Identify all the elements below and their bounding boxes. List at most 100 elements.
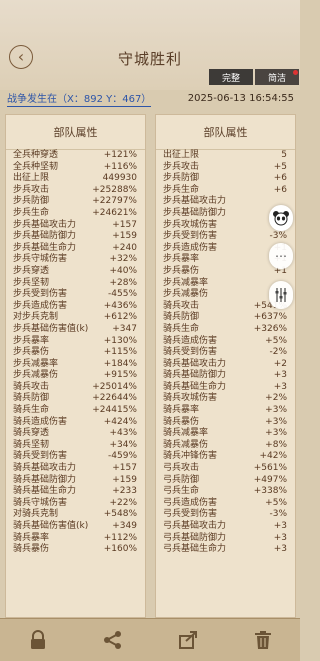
attribute-row: 骑兵基础生命力 +233 bbox=[6, 486, 145, 498]
attribute-value: +3% bbox=[265, 416, 287, 427]
attribute-row: 骑兵暴伤 +3% bbox=[156, 417, 295, 429]
attribute-value: 449930 bbox=[102, 173, 137, 184]
attribute-label: 骑兵守城伤害 bbox=[13, 497, 68, 508]
attribute-label: 弓兵基础生命力 bbox=[163, 544, 227, 555]
attribute-label: 骑兵穿透 bbox=[13, 428, 50, 439]
attribute-row: 骑兵暴率 +112% bbox=[6, 533, 145, 545]
attribute-row: 弓兵受到伤害 -3% bbox=[156, 509, 295, 521]
attribute-row: 骑兵暴伤 +160% bbox=[6, 544, 145, 556]
attribute-label: 骑兵防御 bbox=[163, 312, 200, 323]
attribute-value: +3 bbox=[273, 532, 287, 543]
attribute-value: +6 bbox=[273, 173, 287, 184]
attribute-value: +157 bbox=[112, 463, 137, 474]
attribute-label: 步兵防御 bbox=[163, 173, 200, 184]
attribute-value: +24415% bbox=[92, 405, 137, 416]
attribute-label: 弓兵攻击 bbox=[163, 463, 200, 474]
attribute-label: 步兵基础生命力 bbox=[13, 242, 77, 253]
header: ‹ 守城胜利 完整 简洁 bbox=[0, 0, 300, 90]
tab-simple[interactable]: 简洁 bbox=[255, 69, 299, 85]
attribute-value: +28% bbox=[109, 277, 137, 288]
attribute-label: 步兵暴伤 bbox=[13, 347, 50, 358]
attribute-row: 骑兵基础攻击力 +2 bbox=[156, 359, 295, 371]
attribute-value: +3 bbox=[273, 381, 287, 392]
attribute-row: 骑兵攻城伤害 +2% bbox=[156, 393, 295, 405]
attribute-label: 骑兵减暴伤 bbox=[163, 439, 209, 450]
attribute-value: +130% bbox=[103, 335, 137, 346]
attribute-label: 骑兵基础防御力 bbox=[163, 370, 227, 381]
attribute-row: 步兵防御 +6 bbox=[156, 173, 295, 185]
attribute-value: +184% bbox=[103, 358, 137, 369]
page-title: 守城胜利 bbox=[117, 50, 182, 68]
battle-time: 2025-06-13 16:54:55 bbox=[187, 93, 294, 104]
attribute-row: 弓兵基础攻击力 +3 bbox=[156, 521, 295, 533]
attribute-value: +497% bbox=[253, 474, 287, 485]
share-icon bbox=[103, 631, 121, 649]
right-attributes-panel[interactable]: 部队属性 出征上限 5 步兵攻击 +5 步兵防御 +6 步兵生命 +6 步兵基础攻击力 步兵基础防… bbox=[155, 114, 296, 618]
attribute-row: 骑兵冲锋伤害 +42% bbox=[156, 451, 295, 463]
attribute-row: 出征上限 449930 bbox=[6, 173, 145, 185]
attribute-row: 弓兵攻击 +561% bbox=[156, 463, 295, 475]
attribute-label: 步兵减暴伤 bbox=[13, 370, 59, 381]
attribute-value: +160% bbox=[103, 544, 137, 555]
attribute-value: +3 bbox=[273, 521, 287, 531]
attribute-value: +2 bbox=[273, 358, 287, 369]
tab-complete[interactable]: 完整 bbox=[209, 69, 253, 85]
attribute-value: +233 bbox=[112, 486, 137, 497]
attribute-label: 步兵造成伤害 bbox=[13, 300, 68, 311]
attribute-label: 弓兵基础防御力 bbox=[163, 532, 227, 543]
attribute-value: +43% bbox=[109, 428, 137, 439]
attribute-label: 步兵减暴率 bbox=[13, 358, 59, 369]
attribute-label: 弓兵基础攻击力 bbox=[163, 521, 227, 531]
lock-button[interactable] bbox=[25, 627, 51, 653]
attribute-label: 骑兵基础生命力 bbox=[163, 381, 227, 392]
attribute-label: 骑兵基础攻击力 bbox=[13, 463, 77, 474]
attribute-label: 骑兵坚韧 bbox=[13, 439, 50, 450]
attribute-label: 骑兵生命 bbox=[163, 323, 200, 334]
attribute-row: 全兵种坚韧 +116% bbox=[6, 162, 145, 174]
attribute-label: 步兵受到伤害 bbox=[13, 289, 68, 300]
battle-info-row: 战争发生在（X：892 Y：467） 2025-06-13 16:54:55 bbox=[0, 90, 300, 110]
attribute-row: 骑兵受到伤害 -2% bbox=[156, 347, 295, 359]
left-attributes-panel[interactable]: 部队属性 全兵种穿透 +121% 全兵种坚韧 +116% 出征上限 449930 步兵攻击 +… bbox=[5, 114, 146, 618]
attribute-value: -455% bbox=[108, 289, 137, 300]
attribute-value: +25288% bbox=[92, 184, 137, 195]
attribute-label: 骑兵暴率 bbox=[163, 405, 200, 416]
panda-assistant-button[interactable] bbox=[269, 205, 293, 231]
attribute-label: 步兵坚韧 bbox=[13, 277, 50, 288]
attribute-label: 骑兵生命 bbox=[13, 405, 50, 416]
attribute-value: +338% bbox=[253, 486, 287, 497]
attribute-row: 骑兵减暴伤 +8% bbox=[156, 440, 295, 452]
attribute-label: 步兵受到伤害 bbox=[163, 231, 218, 242]
attribute-label: 步兵基础伤害值(k) bbox=[13, 323, 89, 334]
attribute-value: 5 bbox=[281, 150, 287, 160]
attribute-label: 对骑兵克制 bbox=[13, 509, 59, 520]
attribute-value: +612% bbox=[103, 312, 137, 323]
sliders-icon bbox=[275, 288, 287, 302]
panda-icon bbox=[273, 211, 289, 226]
attribute-label: 骑兵防御 bbox=[13, 393, 50, 404]
attribute-row: 步兵穿透 +40% bbox=[6, 266, 145, 278]
attribute-value: +915% bbox=[103, 370, 137, 381]
lock-icon bbox=[30, 630, 45, 649]
attribute-row: 步兵造成伤害 +436% bbox=[6, 301, 145, 313]
tab-simple-label: 简洁 bbox=[267, 73, 286, 84]
attribute-row: 对步兵克制 +612% bbox=[6, 312, 145, 324]
attribute-value: +22% bbox=[109, 497, 137, 508]
attribute-label: 骑兵基础防御力 bbox=[13, 474, 77, 485]
more-options-button[interactable]: ⋯ bbox=[269, 243, 293, 269]
delete-button[interactable] bbox=[250, 627, 276, 653]
attribute-row: 步兵生命 +6 bbox=[156, 185, 295, 197]
attribute-label: 步兵守城伤害 bbox=[13, 254, 68, 265]
attribute-value: +24621% bbox=[92, 207, 137, 218]
attribute-value: +121% bbox=[103, 150, 137, 160]
forward-button[interactable] bbox=[175, 627, 201, 653]
adjust-button[interactable] bbox=[269, 281, 293, 309]
attribute-label: 骑兵造成伤害 bbox=[163, 335, 218, 346]
attribute-label: 步兵防御 bbox=[13, 196, 50, 207]
attribute-value: +561% bbox=[253, 463, 287, 474]
attribute-label: 步兵生命 bbox=[13, 207, 50, 218]
share-button[interactable] bbox=[100, 627, 126, 653]
attribute-label: 步兵减暴伤 bbox=[163, 289, 209, 300]
attribute-row: 骑兵攻击 +25014% bbox=[6, 382, 145, 394]
battle-location-link[interactable]: 战争发生在（X：892 Y：467） bbox=[7, 93, 152, 107]
